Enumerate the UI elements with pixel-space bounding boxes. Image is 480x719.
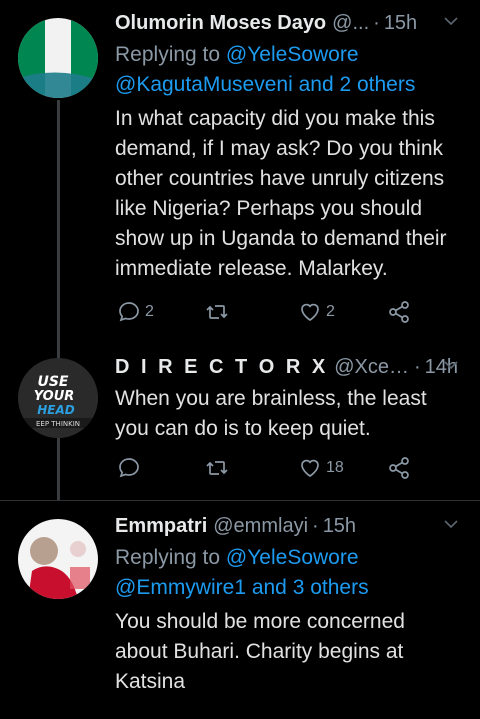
reply-count: 2 [145,303,154,320]
display-name[interactable]: D I R E C T O R X [115,354,328,380]
replying-to-line: Replying to @YeleSowore @Emmywire1 and 3… [115,543,458,603]
retweet-button[interactable] [205,300,233,324]
user-handle[interactable]: @Xcell... [334,354,410,380]
like-count: 2 [326,303,335,320]
like-count: 18 [326,459,344,476]
tweet-3[interactable]: Emmpatri @emmlayi · 15h Replying to @Yel… [0,501,480,719]
heart-icon [301,303,319,322]
tweet-text: In what capacity did you make this deman… [115,107,447,280]
reply-mention-link[interactable]: @YeleSowore [226,43,359,66]
tweet-1[interactable]: Olumorin Moses Dayo @... · 15h Replying … [0,0,480,330]
chevron-down-icon[interactable] [444,358,458,372]
retweet-icon [206,305,228,319]
separator-dot: · [413,356,421,378]
avatar[interactable]: USE YOUR HEAD EEP THINKIN [18,358,98,438]
separator-dot: · [312,515,319,537]
user-handle[interactable]: @... [332,10,369,36]
share-icon [389,301,409,323]
heart-icon [301,459,319,478]
replying-to-line: Replying to @YeleSowore @KagutaMuseveni … [115,40,458,100]
reply-mention-link[interactable]: @Emmywire1 and 3 others [115,576,369,599]
chevron-down-icon[interactable] [444,517,458,531]
reply-button[interactable]: 2 [117,300,154,324]
user-handle[interactable]: @emmlayi [213,513,308,539]
avatar-text-tagline: EEP THINKIN [36,420,80,428]
share-icon [389,457,409,479]
retweet-icon [206,461,228,475]
reply-icon [119,302,139,322]
share-button[interactable] [387,300,411,324]
use-your-head-avatar-image: USE YOUR HEAD EEP THINKIN [18,358,98,438]
timestamp[interactable]: 15h [384,10,417,36]
separator-dot: · [373,12,380,34]
reply-mention-link[interactable]: @KagutaMuseveni and 2 others [115,73,415,96]
like-button[interactable]: 2 [298,300,335,324]
tweet-text: You should be more concerned about Buhar… [115,610,405,693]
avatar-text-your: YOUR [34,389,75,404]
reply-mention-link[interactable]: @YeleSowore [226,546,359,569]
tweet-2[interactable]: USE YOUR HEAD EEP THINKIN D I R E C T O … [0,340,480,500]
share-button[interactable] [387,456,411,480]
avatar[interactable] [18,519,98,599]
avatar-text-use: USE [37,374,68,390]
nigeria-flag-avatar-image [18,18,98,98]
like-button[interactable]: 18 [298,456,344,480]
display-name[interactable]: Emmpatri [115,513,207,539]
replying-to-label: Replying to [115,43,221,66]
avatar[interactable] [18,18,98,98]
reply-icon [119,458,139,478]
retweet-button[interactable] [205,456,233,480]
footballer-avatar-image [18,519,98,599]
reply-button[interactable] [117,456,145,480]
tweet-text: When you are brainless, the least you ca… [115,387,427,440]
replying-to-label: Replying to [115,546,221,569]
avatar-text-head: HEAD [37,403,75,417]
display-name[interactable]: Olumorin Moses Dayo [115,10,326,36]
timestamp[interactable]: 15h [323,513,356,539]
chevron-down-icon[interactable] [444,14,458,28]
